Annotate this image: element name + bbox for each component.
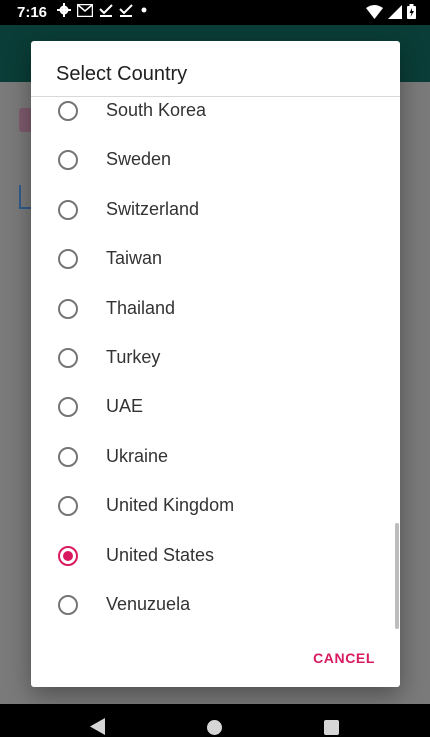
notification-icons xyxy=(57,3,149,17)
status-bar: 7:16 xyxy=(0,0,430,25)
country-option[interactable]: United States xyxy=(31,532,400,581)
country-option[interactable]: Venuzuela xyxy=(31,581,400,629)
radio-button[interactable] xyxy=(58,595,78,615)
radio-button-checked[interactable] xyxy=(58,545,78,566)
radio-button[interactable] xyxy=(58,249,78,270)
radio-button[interactable] xyxy=(58,446,78,467)
check-icon xyxy=(99,4,113,17)
gmail-icon xyxy=(77,3,93,17)
country-label: United Kingdom xyxy=(106,495,235,516)
home-icon[interactable] xyxy=(207,720,222,735)
radio-button[interactable] xyxy=(58,150,78,171)
country-label: Ukraine xyxy=(106,445,169,466)
country-option[interactable]: Turkey xyxy=(31,334,400,383)
navigation-bar xyxy=(0,704,430,737)
country-option[interactable]: Sweden xyxy=(31,136,400,185)
radio-button[interactable] xyxy=(58,397,78,418)
check-icon xyxy=(119,4,133,17)
wifi-icon xyxy=(366,4,383,19)
status-time: 7:16 xyxy=(17,4,48,21)
country-label: Sweden xyxy=(106,149,172,170)
signal-icon xyxy=(388,4,402,19)
country-option[interactable]: South Korea xyxy=(31,97,400,136)
country-label: Venuzuela xyxy=(106,594,191,614)
system-icons xyxy=(366,4,416,19)
country-option[interactable]: Thailand xyxy=(31,285,400,334)
radio-button[interactable] xyxy=(58,298,78,319)
radio-button[interactable] xyxy=(58,199,78,220)
country-label: Thailand xyxy=(106,297,176,318)
country-option[interactable]: Switzerland xyxy=(31,186,400,235)
country-label: Turkey xyxy=(106,347,161,367)
dialog-title: Select Country xyxy=(56,63,188,85)
battery-icon xyxy=(407,4,416,19)
country-label: Switzerland xyxy=(106,198,200,219)
dot-icon xyxy=(141,7,147,13)
country-option[interactable]: UAE xyxy=(31,383,400,432)
gear-icon xyxy=(57,3,71,17)
radio-button[interactable] xyxy=(58,348,78,368)
recent-apps-icon[interactable] xyxy=(324,720,339,735)
country-option[interactable]: United Kingdom xyxy=(31,482,400,531)
country-option[interactable]: Ukraine xyxy=(31,433,400,482)
back-icon[interactable] xyxy=(90,718,105,735)
country-label: Taiwan xyxy=(106,248,163,269)
radio-button[interactable] xyxy=(58,496,78,517)
radio-button[interactable] xyxy=(58,101,78,121)
country-label: UAE xyxy=(106,396,144,417)
select-country-dialog: Select Country South Korea Sweden Switzerl… xyxy=(31,41,400,687)
country-label: United States xyxy=(106,544,215,565)
scrollbar[interactable] xyxy=(395,523,399,629)
cancel-button[interactable]: CANCEL xyxy=(313,650,375,666)
country-option[interactable]: Taiwan xyxy=(31,235,400,284)
country-list[interactable]: South Korea Sweden Switzerland Taiwan Thaila… xyxy=(31,97,400,629)
country-label: South Korea xyxy=(106,100,207,120)
